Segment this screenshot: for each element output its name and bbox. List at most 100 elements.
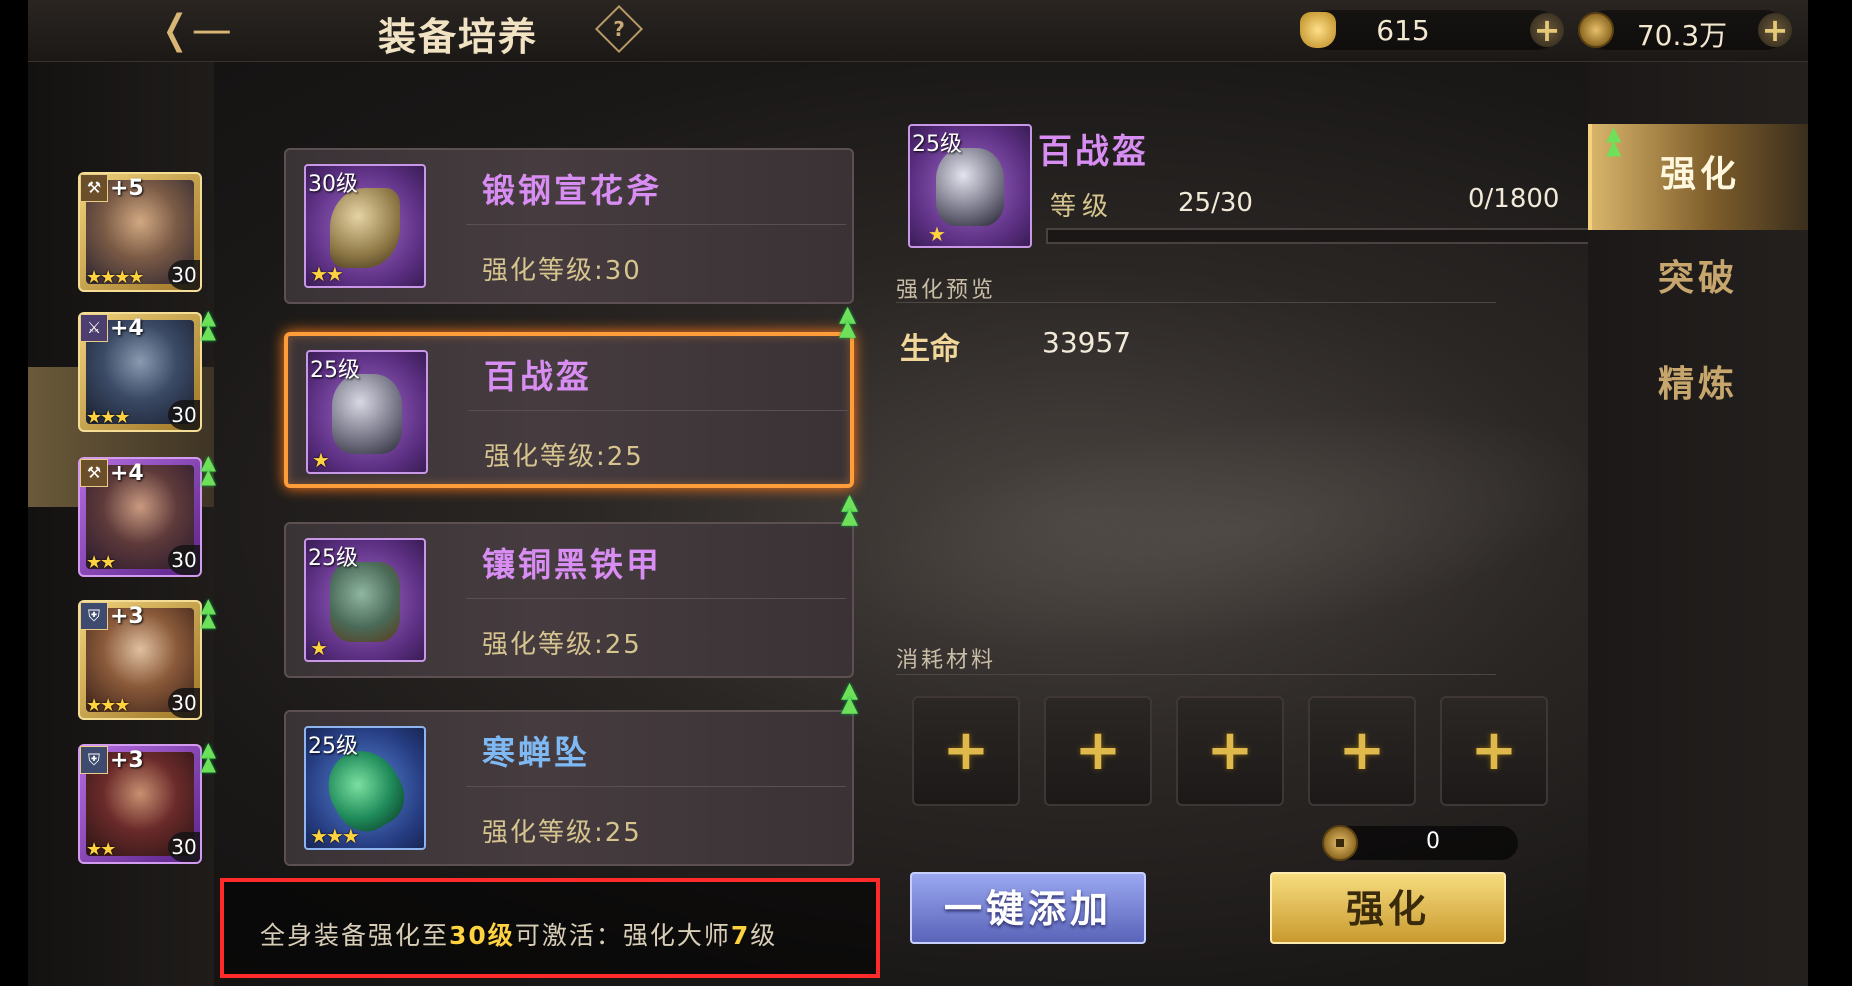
page-title: 装备培养 <box>378 14 539 59</box>
hint-text: 全身装备强化至30级可激活：强化大师7级 <box>260 921 778 950</box>
tab-enhance[interactable]: ▲ ▲ 强化 <box>1588 121 1808 230</box>
hero-plus-level: +3 <box>110 604 144 629</box>
equipment-stars: ★★★ <box>310 824 360 848</box>
hero-stars: ★★★ <box>86 695 130 716</box>
auto-add-button[interactable]: 一键添加 <box>910 872 1146 944</box>
divider <box>896 674 1496 675</box>
axe-icon <box>330 188 400 268</box>
stat-value: 33957 <box>1042 326 1132 359</box>
helmet-icon <box>332 374 402 454</box>
equipment-stars: ★★ <box>310 262 344 286</box>
gold-currency: 615 + <box>1300 10 1564 50</box>
axe-role-icon: ⚒ <box>80 459 108 487</box>
equipment-name: 锻钢宣花斧 <box>482 171 662 210</box>
hero-stars: ★★★ <box>86 407 130 428</box>
coin-currency: 70.3万 + <box>1578 10 1792 52</box>
top-bar: ❬— 装备培养 ? 615 + 70.3万 + <box>28 0 1808 62</box>
tab-breakthrough[interactable]: 突破 <box>1588 228 1808 334</box>
equipment-stars: ★ <box>928 222 946 246</box>
hero-level: 30 <box>168 400 200 430</box>
hero-plus-level: +4 <box>110 316 144 341</box>
hero-level: 30 <box>168 260 200 290</box>
back-arrow-icon[interactable]: ❬— <box>153 6 237 56</box>
hero-card[interactable]: ⚒ +5 ★★★★ 30 <box>78 172 202 292</box>
add-coin-button[interactable]: + <box>1758 13 1792 47</box>
equipment-name: 百战盔 <box>484 357 592 396</box>
equipment-item[interactable]: 30级 ★★ 锻钢宣花斧 强化等级:30 <box>284 148 854 304</box>
equipment-name: 寒蝉坠 <box>482 733 590 772</box>
material-slot[interactable]: + <box>1440 696 1548 806</box>
hero-card[interactable]: ⛨ +3 ▲ ▲ ★★★ 30 <box>78 595 216 720</box>
add-material-icon: + <box>1470 718 1518 783</box>
enhance-master-hint: 全身装备强化至30级可激活：强化大师7级 <box>220 878 880 978</box>
shield-role-icon: ⛨ <box>80 602 108 630</box>
tab-label: 突破 <box>1657 257 1738 299</box>
material-slot[interactable]: + <box>1044 696 1152 806</box>
enhance-cost: 0 <box>1322 825 1518 861</box>
divider <box>466 224 846 225</box>
game-screen: ❬— 装备培养 ? 615 + 70.3万 + ⚒ +5 ★★★★ 30 ⚔ +… <box>28 0 1808 986</box>
material-slot[interactable]: + <box>912 696 1020 806</box>
tab-label: 精炼 <box>1657 363 1738 405</box>
preview-title: 强化预览 <box>896 278 997 303</box>
enhance-level: 强化等级:25 <box>482 630 642 660</box>
tab-label: 强化 <box>1659 153 1740 195</box>
armor-icon <box>330 562 400 642</box>
material-slot[interactable]: + <box>1176 696 1284 806</box>
help-button[interactable]: ? <box>594 4 644 54</box>
level-label: 等级 <box>1050 192 1115 222</box>
exp-value: 0/1800 <box>1468 184 1560 214</box>
hero-plus-level: +5 <box>110 176 144 201</box>
equipment-level-badge: 25级 <box>308 546 358 571</box>
help-icon: ? <box>613 17 625 41</box>
shield-role-icon: ⛨ <box>80 746 108 774</box>
enhance-level: 强化等级:25 <box>482 818 642 848</box>
cost-value: 0 <box>1426 829 1440 854</box>
stat-name: 生命 <box>900 332 960 367</box>
add-material-icon: + <box>942 718 990 783</box>
upgrade-arrow-icon: ▲ ▲ <box>841 490 858 529</box>
enhance-level: 强化等级:25 <box>484 442 644 472</box>
exp-progress-bar <box>1046 228 1592 244</box>
equipment-level-badge: 25级 <box>308 734 358 759</box>
equipment-item-selected[interactable]: 25级 ★ 百战盔 强化等级:25 ▲ ▲ <box>284 304 856 488</box>
equipment-item[interactable]: 25级 ★ 镶铜黑铁甲 强化等级:25 ▲ ▲ <box>284 492 858 678</box>
hero-card-selected[interactable]: ⚔ +4 ▲ ▲ ★★★ 30 <box>78 307 216 432</box>
add-gold-button[interactable]: + <box>1530 13 1564 47</box>
hint-level: 30级 <box>449 921 515 950</box>
equipment-icon: 25级 ★ <box>304 538 426 662</box>
materials-title: 消耗材料 <box>896 648 997 673</box>
divider <box>468 410 848 411</box>
tab-refine[interactable]: 精炼 <box>1588 334 1808 440</box>
hero-card[interactable]: ⚒ +4 ▲ ▲ ★★ 30 <box>78 452 216 577</box>
equipment-level-badge: 25级 <box>912 132 962 157</box>
hero-stars: ★★★★ <box>86 267 145 288</box>
equipment-item[interactable]: 25级 ★★★ 寒蝉坠 强化等级:25 ▲ ▲ <box>284 680 858 866</box>
gold-ingot-icon <box>1300 12 1336 48</box>
equipment-stars: ★ <box>310 636 328 660</box>
upgrade-arrow-icon: ▲ ▲ <box>841 678 858 717</box>
equipment-stars: ★ <box>312 448 330 472</box>
helmet-icon <box>936 148 1004 226</box>
enhance-button[interactable]: 强化 <box>1270 872 1506 944</box>
sword-role-icon: ⚔ <box>80 314 108 342</box>
coin-amount: 70.3万 <box>1636 19 1728 52</box>
hero-level: 30 <box>168 688 200 718</box>
equipment-icon: 30级 ★★ <box>304 164 426 288</box>
equipment-level-badge: 30级 <box>308 172 358 197</box>
material-slot[interactable]: + <box>1308 696 1416 806</box>
axe-role-icon: ⚒ <box>80 174 108 202</box>
upgrade-arrow-icon: ▲ ▲ <box>200 593 216 631</box>
equipment-name: 镶铜黑铁甲 <box>482 545 662 584</box>
equipment-icon: 25级 ★★★ <box>304 726 426 850</box>
equipment-level-badge: 25级 <box>310 358 360 383</box>
upgrade-arrow-icon: ▲ ▲ <box>200 737 216 775</box>
upgrade-arrow-icon: ▲ ▲ <box>1606 121 1626 159</box>
level-value: 25/30 <box>1178 188 1253 218</box>
hero-card[interactable]: ⛨ +3 ▲ ▲ ★★ 30 <box>78 739 216 864</box>
upgrade-arrow-icon: ▲ ▲ <box>200 305 216 343</box>
selected-equipment-name: 百战盔 <box>1038 132 1149 172</box>
hero-stars: ★★ <box>86 839 116 860</box>
equipment-icon: 25级 ★ <box>306 350 428 474</box>
hero-stars: ★★ <box>86 552 116 573</box>
